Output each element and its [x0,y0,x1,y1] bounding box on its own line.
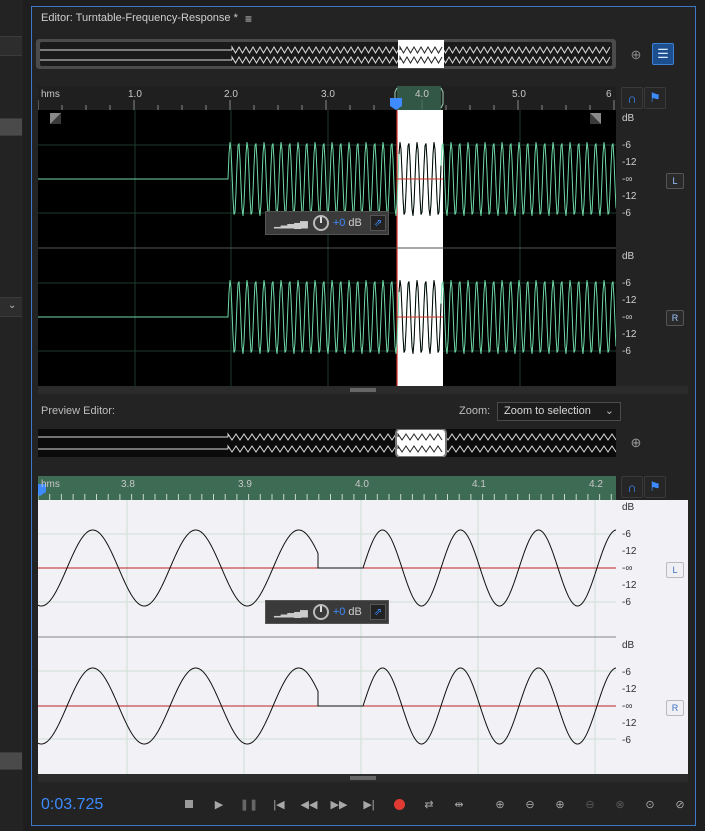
main-db-L-3: -∞ [622,174,633,185]
main-hud-gain: +0 [332,217,346,229]
preview-hud-unit: dB [348,606,362,618]
main-scroll-thumb[interactable] [350,388,376,392]
zoom-in-point-icon[interactable]: ⊙ [640,795,660,813]
preview-editor-label: Preview Editor: [41,405,115,417]
snap-magnet-icon[interactable]: ∩ [621,87,643,109]
main-ruler-tick-1: 1.0 [128,89,142,100]
zoom-in-amplitude-icon[interactable]: ⊕ [490,795,510,813]
level-bars-icon: ▁▂▃▄▅ [274,217,308,229]
left-panel-row-selected-2[interactable] [0,752,22,770]
main-db-L-1: -6 [622,140,631,151]
preview-overview-bar[interactable] [38,429,616,457]
pin-marker-icon-2[interactable]: ⚑ [644,476,666,498]
main-db-L-2: -12 [622,157,637,168]
preview-db-L-5: -6 [622,597,631,608]
main-ruler-tick-2: 2.0 [224,89,238,100]
snap-magnet-icon-2[interactable]: ∩ [621,476,643,498]
main-db-R-4: -12 [622,329,637,340]
main-db-label-R: dB [622,251,635,262]
main-hud-unit: dB [348,217,362,229]
pin-hud-icon[interactable]: ⇗ [370,215,386,231]
preview-db-label-L: dB [622,502,635,513]
preview-waveform[interactable] [38,500,616,774]
gain-knob-2[interactable] [312,604,329,620]
main-db-R-1: -6 [622,278,631,289]
main-db-R-2: -12 [622,295,637,306]
preview-ruler-tick-4: 4.1 [472,479,486,490]
stop-icon[interactable] [179,795,199,813]
pin-marker-icon[interactable]: ⚑ [644,87,666,109]
preview-db-L-3: -∞ [622,563,633,574]
fast-forward-icon[interactable]: ▶▶ [329,795,349,813]
preview-db-R-1: -6 [622,667,631,678]
loop-icon[interactable]: ⇄ [419,795,439,813]
gain-knob[interactable] [312,215,329,231]
main-db-label-L: dB [622,113,635,124]
left-panel-dropdown[interactable]: ⌄ [0,297,22,317]
spectral-view-icon[interactable]: ☰ [652,43,674,65]
rewind-icon[interactable]: ◀◀ [299,795,319,813]
preview-ruler-tick-2: 3.9 [238,479,252,490]
main-db-L-4: -12 [622,191,637,202]
go-to-end-icon[interactable]: ▶| [359,795,379,813]
zoom-selection-icon[interactable]: ⊘ [670,795,690,813]
main-ruler-unit: hms [41,89,60,100]
left-panel-strip: ⌄ [0,0,23,831]
main-ruler-tick-6: 6 [606,89,612,100]
record-icon[interactable] [389,795,409,813]
zoom-select[interactable]: Zoom to selection ⌄ [497,402,621,421]
preview-db-L-2: -12 [622,546,637,557]
go-to-start-icon[interactable]: |◀ [269,795,289,813]
preview-db-R-2: -12 [622,684,637,695]
main-ruler-tick-5: 5.0 [512,89,526,100]
zoom-out-amplitude-icon[interactable]: ⊖ [520,795,540,813]
main-ruler-tick-3: 3.0 [321,89,335,100]
overview-bar[interactable] [36,39,616,69]
channel-badge-R[interactable]: R [666,310,684,326]
preview-scroll-thumb[interactable] [350,776,376,780]
preview-gain-hud[interactable]: ▁▂▃▄▅ +0 dB ⇗ [265,600,389,624]
chevron-down-icon: ⌄ [604,405,614,417]
play-icon[interactable]: ▶ [209,795,229,813]
preview-ruler-tick-5: 4.2 [589,479,603,490]
channel-badge-L[interactable]: L [666,173,684,189]
zoom-navigator-icon-2[interactable]: ⊕ [625,432,647,454]
zoom-out-time-icon[interactable]: ⊖ [580,795,600,813]
preview-channel-badge-R[interactable]: R [666,700,684,716]
zoom-navigator-icon[interactable]: ⊕ [625,44,647,66]
preview-db-L-4: -12 [622,580,637,591]
editor-title[interactable]: Editor: Turntable-Frequency-Response * [41,12,238,24]
pin-hud-icon-2[interactable]: ⇗ [370,604,386,620]
preview-db-L-1: -6 [622,529,631,540]
main-db-scale [616,110,688,386]
zoom-select-value: Zoom to selection [504,405,591,417]
skip-selection-icon[interactable]: ⇹ [449,795,469,813]
preview-db-R-3: -∞ [622,701,633,712]
preview-channel-badge-L[interactable]: L [666,562,684,578]
hamburger-menu-icon[interactable]: ≡ [245,12,252,26]
level-bars-icon-2: ▁▂▃▄▅ [274,606,308,618]
preview-ruler-tick-1: 3.8 [121,479,135,490]
main-waveform[interactable] [38,110,616,386]
main-db-R-5: -6 [622,346,631,357]
preview-db-R-5: -6 [622,735,631,746]
main-db-L-5: -6 [622,208,631,219]
preview-db-R-4: -12 [622,718,637,729]
left-panel-row[interactable] [0,36,22,56]
zoom-label: Zoom: [459,405,491,417]
zoom-out-full-icon[interactable]: ⊗ [610,795,630,813]
time-display: 0:03.725 [41,796,104,813]
main-gain-hud[interactable]: ▁▂▃▄▅ +0 dB ⇗ [265,211,389,235]
zoom-in-time-icon[interactable]: ⊕ [550,795,570,813]
preview-ruler-tick-3: 4.0 [355,479,369,490]
main-db-R-3: -∞ [622,312,633,323]
preview-db-scale [616,500,688,774]
preview-hud-gain: +0 [332,606,346,618]
preview-ruler-unit: hms [41,479,60,490]
main-ruler-tick-4: 4.0 [415,89,429,100]
left-panel-row-selected[interactable] [0,118,22,136]
pause-icon[interactable]: ❚❚ [239,795,259,813]
preview-db-label-R: dB [622,640,635,651]
